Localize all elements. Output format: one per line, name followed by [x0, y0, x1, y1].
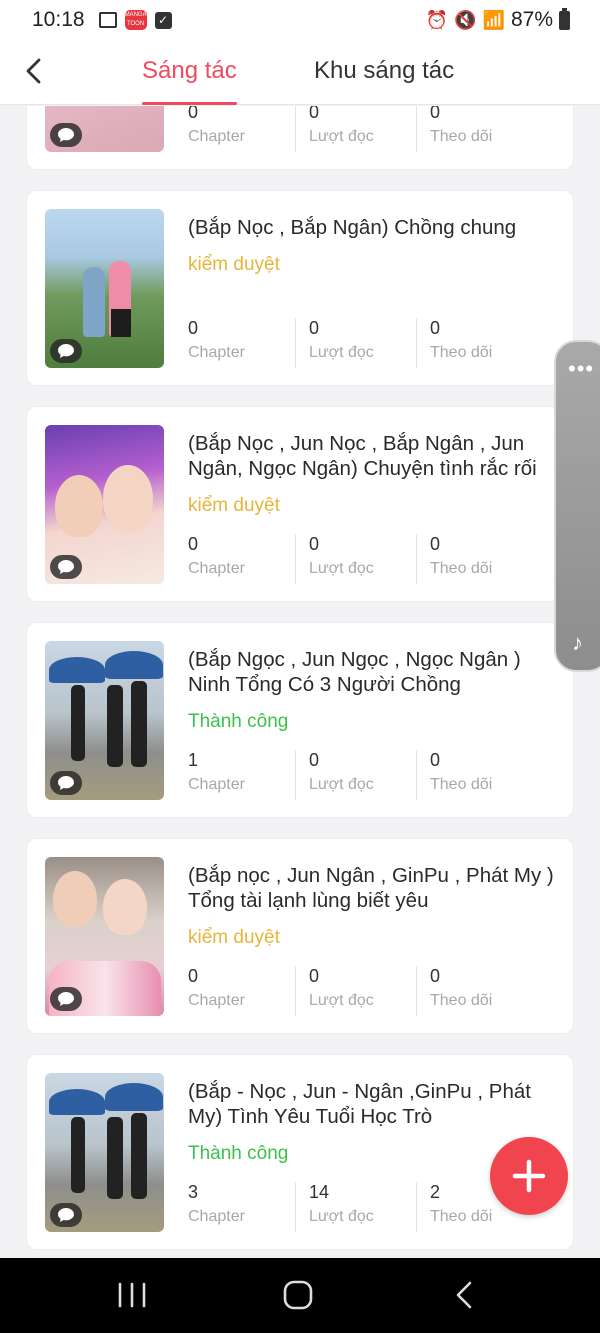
status-bar: 10:18 MANGA TOON ✓ ⏰ 🔇 📶 87%	[0, 0, 600, 40]
comment-icon	[50, 555, 82, 579]
comment-icon	[50, 123, 82, 147]
follow-label: Theo dõi	[430, 344, 493, 361]
chapter-count: 1	[188, 750, 199, 770]
battery-icon	[559, 7, 570, 30]
gallery-notification-icon	[98, 12, 117, 28]
follow-count: 0	[430, 106, 441, 122]
work-status: kiểm duyệt	[188, 254, 280, 275]
read-label: Lượt đọc	[309, 344, 374, 361]
read-label: Lượt đọc	[309, 776, 374, 793]
recent-apps-icon	[118, 1282, 146, 1308]
comment-icon	[50, 771, 82, 795]
read-count: 14	[309, 1182, 330, 1202]
chapter-count: 3	[188, 1182, 199, 1202]
work-cover	[45, 1073, 164, 1232]
read-count: 0	[309, 534, 320, 554]
read-label: Lượt đọc	[309, 128, 374, 145]
follow-label: Theo dõi	[430, 776, 493, 793]
mangatoon-notification-icon: MANGA TOON	[124, 10, 147, 30]
chapter-count: 0	[188, 106, 199, 122]
check-notification-icon: ✓	[154, 11, 172, 29]
chapter-count: 0	[188, 318, 199, 338]
follow-count: 0	[430, 750, 441, 770]
follow-label: Theo dõi	[430, 560, 493, 577]
work-cover	[45, 641, 164, 800]
work-stats: 0 Chapter 0 Lượt đọc 0 Theo dõi	[188, 106, 558, 152]
work-status: kiểm duyệt	[188, 495, 280, 516]
plus-icon	[512, 1159, 546, 1193]
follow-count: 0	[430, 966, 441, 986]
tab-sang-tac[interactable]: Sáng tác	[142, 57, 237, 105]
system-nav-bar	[0, 1258, 600, 1333]
system-back-button[interactable]	[446, 1280, 486, 1310]
work-title[interactable]: (Bắp Nọc , Bắp Ngân) Chồng chung	[188, 215, 558, 240]
mute-icon: 🔇	[454, 9, 477, 30]
read-count: 0	[309, 318, 320, 338]
work-status: kiểm duyệt	[188, 927, 280, 948]
work-title[interactable]: (Bắp - Nọc , Jun - Ngân ,GinPu , Phát My…	[188, 1079, 558, 1129]
work-cover	[45, 106, 164, 152]
follow-label: Theo dõi	[430, 1208, 493, 1225]
home-button[interactable]	[278, 1280, 318, 1310]
read-count: 0	[309, 750, 320, 770]
follow-count: 0	[430, 318, 441, 338]
work-title[interactable]: (Bắp Nọc , Jun Nọc , Bắp Ngân , Jun Ngân…	[188, 431, 558, 481]
chevron-left-icon	[26, 58, 41, 84]
work-cover	[45, 857, 164, 1016]
more-dots-icon[interactable]: •••	[568, 358, 594, 380]
alarm-icon: ⏰	[425, 9, 449, 30]
chapter-count: 0	[188, 966, 199, 986]
read-label: Lượt đọc	[309, 1208, 374, 1225]
work-title[interactable]: (Bắp Ngọc , Jun Ngọc , Ngọc Ngân ) Ninh …	[188, 647, 558, 697]
read-count: 0	[309, 106, 320, 122]
work-stats: 0 Chapter 0 Lượt đọc 0 Theo dõi	[188, 966, 558, 1016]
work-status: Thành công	[188, 1143, 289, 1164]
read-label: Lượt đọc	[309, 992, 374, 1009]
work-title[interactable]: (Bắp nọc , Jun Ngân , GinPu , Phát My ) …	[188, 863, 558, 913]
chapter-label: Chapter	[188, 776, 245, 793]
follow-label: Theo dõi	[430, 992, 493, 1009]
music-note-icon[interactable]: ♪	[572, 630, 583, 656]
wifi-icon: 📶	[482, 9, 505, 30]
read-count: 0	[309, 966, 320, 986]
chapter-label: Chapter	[188, 1208, 245, 1225]
work-stats: 0 Chapter 0 Lượt đọc 0 Theo dõi	[188, 534, 558, 584]
chapter-label: Chapter	[188, 992, 245, 1009]
recent-apps-button[interactable]	[112, 1280, 152, 1310]
top-header: Sáng tác Khu sáng tác	[0, 40, 600, 105]
work-card[interactable]: (Bắp nọc , Jun Ngân , GinPu , Phát My ) …	[26, 838, 574, 1034]
tab-khu-sang-tac[interactable]: Khu sáng tác	[314, 57, 454, 85]
comment-icon	[50, 987, 82, 1011]
chapter-count: 0	[188, 534, 199, 554]
add-work-button[interactable]	[490, 1137, 568, 1215]
back-arrow-icon	[456, 1281, 472, 1309]
home-icon	[283, 1280, 313, 1310]
work-card[interactable]: (Bắp Nọc , Jun Nọc , Bắp Ngân , Jun Ngân…	[26, 406, 574, 602]
read-label: Lượt đọc	[309, 560, 374, 577]
work-stats: 1 Chapter 0 Lượt đọc 0 Theo dõi	[188, 750, 558, 800]
battery-percent: 87%	[510, 8, 553, 31]
work-stats: 0 Chapter 0 Lượt đọc 0 Theo dõi	[188, 318, 558, 368]
follow-label: Theo dõi	[430, 128, 493, 145]
status-time: 10:18	[32, 8, 85, 31]
work-cover	[45, 425, 164, 584]
comment-icon	[50, 339, 82, 363]
chapter-label: Chapter	[188, 560, 245, 577]
work-card[interactable]: (Bắp - Nọc , Jun - Ngân ,GinPu , Phát My…	[26, 1054, 574, 1250]
chapter-label: Chapter	[188, 128, 245, 145]
work-card[interactable]: (Bắp Nọc , Bắp Ngân) Chồng chung kiểm du…	[26, 190, 574, 386]
back-button[interactable]	[18, 54, 52, 88]
work-cover	[45, 209, 164, 368]
works-list[interactable]: 0 Chapter 0 Lượt đọc 0 Theo dõi (Bắp Nọc , …	[0, 106, 600, 1258]
follow-count: 0	[430, 534, 441, 554]
chapter-label: Chapter	[188, 344, 245, 361]
floating-side-panel[interactable]: ••• ♪	[554, 340, 600, 672]
work-card[interactable]: 0 Chapter 0 Lượt đọc 0 Theo dõi	[26, 106, 574, 170]
work-card[interactable]: (Bắp Ngọc , Jun Ngọc , Ngọc Ngân ) Ninh …	[26, 622, 574, 818]
follow-count: 2	[430, 1182, 441, 1202]
comment-icon	[50, 1203, 82, 1227]
work-status: Thành công	[188, 711, 289, 732]
